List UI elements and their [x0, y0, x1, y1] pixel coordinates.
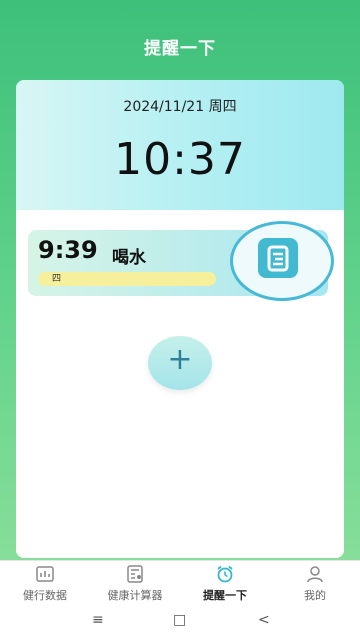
water-cup-icon: [258, 238, 298, 278]
alarm-clock-icon: [217, 565, 233, 583]
person-icon: [307, 566, 323, 583]
page-title: 提醒一下: [144, 39, 216, 59]
tab-health-data[interactable]: 健行数据: [0, 561, 90, 605]
reminder-time: 9:39: [38, 236, 98, 264]
reminder-card: 2024/11/21 周四 10:37 9:39 喝水 四 +: [16, 80, 344, 558]
clock-panel: 2024/11/21 周四 10:37: [16, 80, 344, 210]
tab-label: 健行数据: [23, 589, 67, 602]
tab-reminder[interactable]: 提醒一下: [180, 561, 270, 605]
add-reminder-button[interactable]: +: [148, 336, 212, 390]
reminder-days-bar: 四: [38, 272, 216, 286]
tab-label: 健康计算器: [107, 589, 163, 602]
system-navigation-bar: ≡ □ <: [0, 604, 360, 640]
reminder-name: 喝水: [112, 248, 146, 268]
bar-chart-icon: [36, 566, 54, 582]
tab-label: 提醒一下: [203, 589, 247, 602]
back-icon[interactable]: <: [258, 612, 270, 628]
tab-mine[interactable]: 我的: [270, 561, 360, 605]
current-date: 2024/11/21 周四: [123, 99, 237, 115]
plus-icon: +: [167, 342, 193, 377]
menu-icon[interactable]: ≡: [92, 612, 104, 628]
tab-label: 我的: [304, 589, 326, 602]
home-icon[interactable]: □: [173, 612, 186, 628]
calculator-icon: [127, 565, 143, 583]
tab-health-calculator[interactable]: 健康计算器: [90, 561, 180, 605]
current-time: 10:37: [114, 134, 246, 185]
bottom-tab-bar: 健行数据 健康计算器 提醒一下 我的: [0, 560, 360, 605]
reminder-day: 四: [52, 274, 62, 284]
